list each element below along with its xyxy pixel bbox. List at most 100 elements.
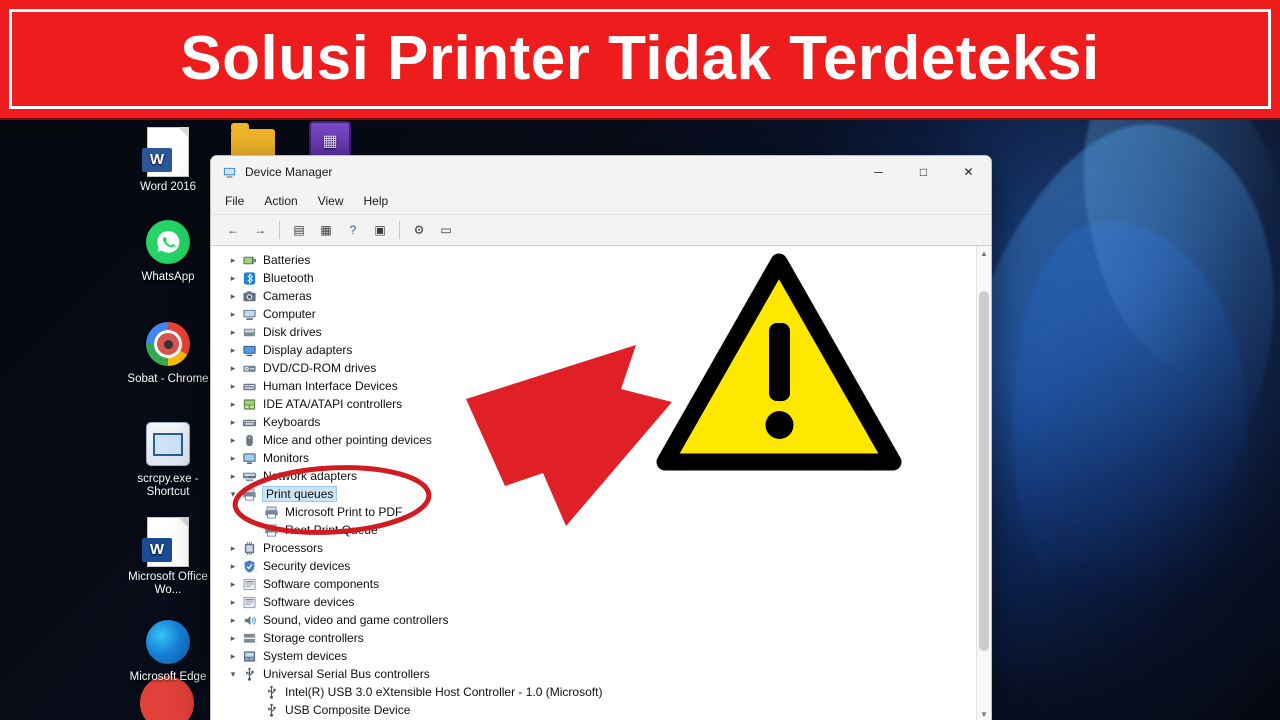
device-tree-row[interactable]: ▸ Network adapters <box>219 467 976 485</box>
chevron-right-icon[interactable]: ▸ <box>225 291 241 302</box>
chevron-right-icon[interactable]: ▸ <box>225 579 241 590</box>
menu-help[interactable]: Help <box>364 194 401 208</box>
chevron-right-icon[interactable]: ▸ <box>225 399 241 410</box>
device-tree-row[interactable]: ▸ Processors <box>219 539 976 557</box>
device-tree-label: Computer <box>263 307 316 321</box>
chevron-right-icon[interactable]: ▸ <box>225 417 241 428</box>
help-button[interactable]: ? <box>341 219 365 241</box>
device-tree-row[interactable]: USB Composite Device <box>219 701 976 719</box>
device-tree-label: System devices <box>263 649 348 663</box>
chevron-right-icon[interactable]: ▸ <box>225 345 241 356</box>
chevron-right-icon[interactable]: ▸ <box>225 633 241 644</box>
device-tree-row[interactable]: ▸ DVD/CD-ROM drives <box>219 359 976 377</box>
device-tree-row[interactable]: ▾ Print queues <box>219 485 976 503</box>
chevron-right-icon[interactable]: ▸ <box>225 543 241 554</box>
device-tree-row[interactable]: ▸ Display adapters <box>219 341 976 359</box>
device-tree-row[interactable]: ▸ IDE ATA/ATAPI controllers <box>219 395 976 413</box>
device-tree-row[interactable]: ▸ Monitors <box>219 449 976 467</box>
device-tree-row[interactable]: ▸ Storage controllers <box>219 629 976 647</box>
chevron-right-icon[interactable]: ▸ <box>225 615 241 626</box>
menu-view[interactable]: View <box>318 194 356 208</box>
chrome-icon <box>144 320 192 368</box>
title-banner-frame: Solusi Printer Tidak Terdeteksi <box>9 9 1271 109</box>
device-tree-row[interactable]: ▾ Universal Serial Bus controllers <box>219 665 976 683</box>
device-tree-row[interactable]: Root Print Queue <box>219 521 976 539</box>
dvd-icon <box>241 360 258 376</box>
minimize-button[interactable]: ─ <box>856 156 901 188</box>
show-hide-console-tree-button[interactable]: ▤ <box>287 219 311 241</box>
forward-button[interactable]: → <box>248 219 272 241</box>
chevron-right-icon[interactable]: ▸ <box>225 471 241 482</box>
chevron-right-icon[interactable]: ▸ <box>225 363 241 374</box>
scroll-down-arrow[interactable]: ▼ <box>977 707 991 720</box>
software-icon <box>241 576 258 592</box>
chevron-down-icon[interactable]: ▾ <box>225 669 241 680</box>
maximize-button[interactable]: □ <box>901 156 946 188</box>
desktop-icon-label: Microsoft Edge <box>129 671 207 683</box>
desktop-icon-scrcpy-shortcut[interactable]: scrcpy.exe - Shortcut <box>120 420 216 499</box>
desktop-icon-microsoft-edge[interactable]: Microsoft Edge <box>120 618 216 684</box>
scroll-up-arrow[interactable]: ▲ <box>977 246 991 260</box>
device-tree-row[interactable]: Microsoft Print to PDF <box>219 503 976 521</box>
chevron-right-icon[interactable]: ▸ <box>225 381 241 392</box>
edge-icon <box>144 618 192 666</box>
desktop-icon-word-2016[interactable]: W Word 2016 <box>120 127 216 194</box>
menu-file[interactable]: File <box>225 194 256 208</box>
device-tree-row[interactable]: ▸ Security devices <box>219 557 976 575</box>
properties-button[interactable]: ▦ <box>314 219 338 241</box>
device-tree-row[interactable]: ▸ Mice and other pointing devices <box>219 431 976 449</box>
device-tree-row[interactable]: ▸ Software devices <box>219 593 976 611</box>
whatsapp-icon <box>144 218 192 266</box>
device-tree-label: Monitors <box>263 451 310 465</box>
device-tree-row[interactable]: ▸ Software components <box>219 575 976 593</box>
printer-icon <box>263 522 280 538</box>
device-manager-window: Device Manager ─ □ ✕ File Action View He… <box>210 155 992 720</box>
menu-action[interactable]: Action <box>264 194 309 208</box>
device-tree-row[interactable]: ▸ Batteries <box>219 251 976 269</box>
chevron-right-icon[interactable]: ▸ <box>225 255 241 266</box>
keyboard-icon <box>241 414 258 430</box>
chevron-right-icon[interactable]: ▸ <box>225 327 241 338</box>
chevron-right-icon[interactable]: ▸ <box>225 561 241 572</box>
chevron-right-icon[interactable]: ▸ <box>225 309 241 320</box>
chevron-right-icon[interactable]: ▸ <box>225 597 241 608</box>
close-button[interactable]: ✕ <box>946 156 991 188</box>
device-tree-label: DVD/CD-ROM drives <box>263 361 377 375</box>
toolbar: ← → ▤ ▦ ? ▣ ⚙ ▭ <box>211 215 991 246</box>
device-tree-row[interactable]: ▸ Computer <box>219 305 976 323</box>
window-titlebar[interactable]: Device Manager ─ □ ✕ <box>211 156 991 188</box>
storage-icon <box>241 630 258 646</box>
camera-icon <box>241 288 258 304</box>
device-tree-row[interactable]: ▸ Bluetooth <box>219 269 976 287</box>
scrollbar-thumb[interactable] <box>979 291 989 651</box>
word-document-icon: W <box>142 517 192 567</box>
device-tree-label: Disk drives <box>263 325 322 339</box>
chevron-right-icon[interactable]: ▸ <box>225 453 241 464</box>
device-tree-row[interactable]: ▸ System devices <box>219 647 976 665</box>
desktop-icon-whatsapp[interactable]: WhatsApp <box>120 218 216 284</box>
chevron-right-icon[interactable]: ▸ <box>225 651 241 662</box>
chevron-right-icon[interactable]: ▸ <box>225 435 241 446</box>
word-document-icon: W <box>142 127 192 177</box>
device-tree-label: Software components <box>263 577 380 591</box>
chevron-down-icon[interactable]: ▾ <box>225 489 241 500</box>
desktop-icon-microsoft-office-word[interactable]: W Microsoft Office Wo... <box>120 517 216 597</box>
scan-hardware-changes-button[interactable]: ▣ <box>368 219 392 241</box>
device-tree-label: Display adapters <box>263 343 353 357</box>
back-button[interactable]: ← <box>221 219 245 241</box>
hid-icon <box>241 378 258 394</box>
chevron-right-icon[interactable]: ▸ <box>225 273 241 284</box>
device-tree-row[interactable]: ▸ Keyboards <box>219 413 976 431</box>
device-tree-label: Mice and other pointing devices <box>263 433 432 447</box>
update-driver-button[interactable]: ⚙ <box>407 219 431 241</box>
desktop-icon-sobat-chrome[interactable]: Sobat - Chrome <box>120 320 216 386</box>
vertical-scrollbar[interactable]: ▲ ▼ <box>976 246 991 720</box>
device-tree-row[interactable]: Intel(R) USB 3.0 eXtensible Host Control… <box>219 683 976 701</box>
display-devices-button[interactable]: ▭ <box>434 219 458 241</box>
device-tree-row[interactable]: ▸ Disk drives <box>219 323 976 341</box>
device-tree-label: Batteries <box>263 253 311 267</box>
device-tree-row[interactable]: ▸ Sound, video and game controllers <box>219 611 976 629</box>
device-tree-row[interactable]: ▸ Human Interface Devices <box>219 377 976 395</box>
device-tree[interactable]: ▸ Batteries ▸ Bluetooth ▸ Cameras ▸ Computer ▸ Di… <box>211 246 976 720</box>
device-tree-row[interactable]: ▸ Cameras <box>219 287 976 305</box>
